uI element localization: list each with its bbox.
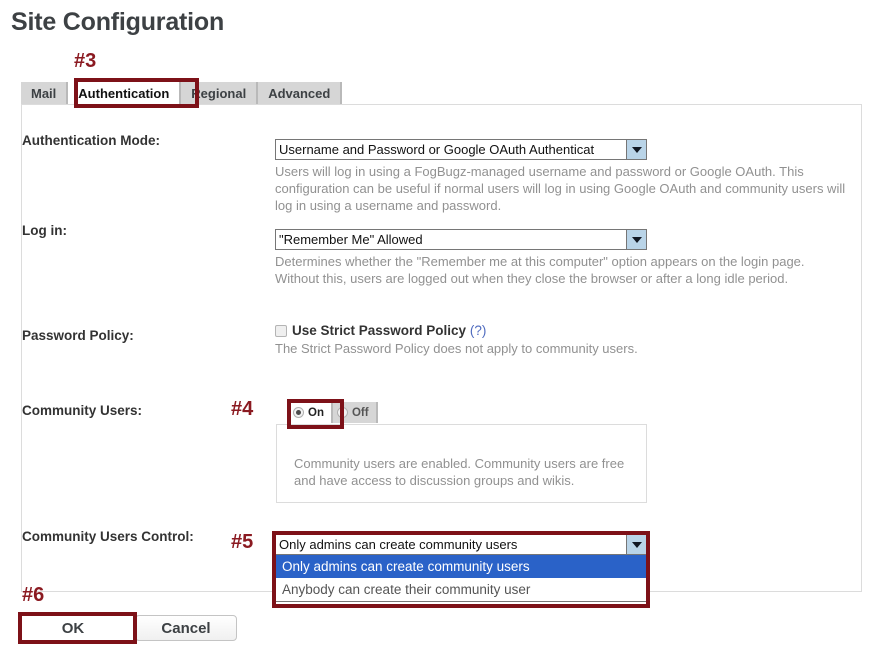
community-users-control-select[interactable]: Only admins can create community users (275, 534, 647, 555)
community-users-info-box: Community users are enabled. Community u… (276, 424, 647, 503)
community-users-control-field: Only admins can create community users (275, 534, 647, 555)
ok-button[interactable]: OK (22, 615, 124, 641)
login-help: Determines whether the "Remember me at t… (275, 254, 805, 286)
chevron-down-icon (631, 146, 642, 153)
strict-password-policy-text: Use Strict Password Policy (292, 323, 467, 338)
login-label: Log in: (22, 223, 67, 238)
cancel-button[interactable]: Cancel (135, 615, 237, 641)
community-users-off-label: Off (351, 406, 369, 419)
community-users-toggle: On Off (289, 402, 378, 423)
login-select[interactable]: "Remember Me" Allowed (275, 229, 647, 250)
tab-strip: Mail Authentication Regional Advanced (21, 81, 343, 105)
page-title: Site Configuration (11, 8, 225, 36)
password-policy-field: Use Strict Password Policy (?) The Stric… (275, 323, 650, 357)
auth-mode-help: Users will log in using a FogBugz-manage… (275, 164, 846, 213)
annotation-step-5: #5 (231, 531, 254, 553)
help-link-icon[interactable]: (?) (470, 323, 487, 338)
auth-mode-label: Authentication Mode: (22, 133, 160, 148)
annotation-step-3: #3 (74, 50, 97, 72)
auth-mode-select-value: Username and Password or Google OAuth Au… (275, 139, 626, 160)
radio-unchecked-icon[interactable] (336, 407, 348, 418)
annotation-step-6: #6 (22, 584, 45, 606)
radio-checked-icon[interactable] (293, 407, 304, 418)
community-users-control-dropdown-button[interactable] (626, 534, 647, 555)
community-users-on-option[interactable]: On (289, 402, 333, 423)
tab-authentication[interactable]: Authentication (68, 82, 182, 105)
community-users-label: Community Users: (22, 403, 143, 418)
auth-mode-field: Username and Password or Google OAuth Au… (275, 139, 850, 214)
strict-password-policy-label: Use Strict Password Policy (?) (292, 323, 486, 338)
login-select-value: "Remember Me" Allowed (275, 229, 626, 250)
annotation-step-4: #4 (231, 398, 254, 420)
auth-mode-dropdown-button[interactable] (626, 139, 647, 160)
community-users-info-text: Community users are enabled. Community u… (294, 456, 625, 488)
community-users-control-value-wrap: Only admins can create community users (275, 534, 626, 555)
tab-advanced[interactable]: Advanced (258, 82, 343, 105)
form-actions: OK Cancel (22, 615, 237, 641)
chevron-down-icon (631, 236, 642, 243)
community-users-control-options: Only admins can create community users A… (275, 555, 647, 602)
community-users-control-value: Only admins can create community users (279, 537, 518, 552)
login-field: "Remember Me" Allowed Determines whether… (275, 229, 835, 287)
chevron-down-icon (631, 541, 642, 548)
strict-password-policy-row[interactable]: Use Strict Password Policy (?) (275, 323, 650, 338)
option-anybody[interactable]: Anybody can create their community user (276, 578, 646, 601)
auth-mode-select[interactable]: Username and Password or Google OAuth Au… (275, 139, 647, 160)
tab-regional[interactable]: Regional (181, 82, 259, 105)
login-dropdown-button[interactable] (626, 229, 647, 250)
strict-password-policy-checkbox[interactable] (275, 325, 287, 337)
community-users-on-label: On (308, 406, 324, 419)
password-policy-help: The Strict Password Policy does not appl… (275, 341, 638, 356)
option-only-admins[interactable]: Only admins can create community users (276, 555, 646, 578)
community-users-control-label: Community Users Control: (22, 529, 194, 544)
password-policy-label: Password Policy: (22, 328, 134, 343)
community-users-off-option[interactable]: Off (332, 402, 378, 423)
tab-mail[interactable]: Mail (21, 82, 69, 105)
